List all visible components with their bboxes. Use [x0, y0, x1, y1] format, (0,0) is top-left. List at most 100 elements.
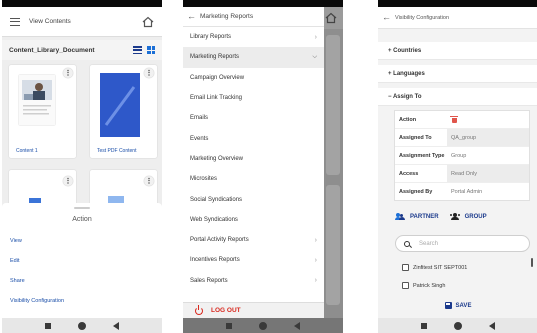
- screen-marketing-reports: ← Marketing Reports Library Reports › Mar…: [183, 0, 343, 333]
- card-label: Content 1: [16, 148, 38, 154]
- back-icon[interactable]: [112, 321, 119, 330]
- home-nav-icon[interactable]: [77, 321, 86, 330]
- assigned-by-value: Portal Admin: [451, 188, 483, 195]
- table-row: Access Read Only: [395, 165, 529, 183]
- access-label: Access: [399, 170, 419, 177]
- menu-item-events[interactable]: Events: [183, 128, 324, 148]
- menu-item-email-link-tracking[interactable]: Email Link Tracking: [183, 88, 324, 108]
- recents-icon[interactable]: [45, 322, 52, 329]
- group-icon: [449, 213, 460, 220]
- access-value: Read Only: [447, 165, 529, 182]
- drawer-title: Marketing Reports: [200, 13, 254, 20]
- chevron-right-icon: ›: [314, 277, 317, 285]
- home-nav-icon[interactable]: [258, 321, 267, 330]
- menu-item-portal-activity-reports[interactable]: Portal Activity Reports ›: [183, 230, 324, 250]
- recents-icon[interactable]: [226, 322, 233, 329]
- status-bar: [378, 0, 537, 7]
- report-menu: Library Reports › Marketing Reports ⌵ Camp…: [183, 27, 324, 291]
- assignment-type-label: Assignment Type: [399, 152, 445, 159]
- partner-checkbox[interactable]: [402, 264, 409, 271]
- pdf-document-icon: [100, 73, 140, 137]
- menu-item-web-syndications[interactable]: Web Syndications: [183, 210, 324, 230]
- list-item[interactable]: Zinfitest SIT SEPT001: [402, 264, 467, 271]
- home-icon: [325, 12, 337, 24]
- partner-checkbox[interactable]: [402, 282, 409, 289]
- action-share[interactable]: Share: [10, 278, 25, 284]
- chevron-right-icon: ›: [314, 33, 317, 41]
- back-arrow-icon[interactable]: ←: [187, 12, 196, 21]
- home-nav-icon[interactable]: [453, 321, 462, 330]
- save-icon: [444, 302, 452, 309]
- library-bar: Content_Library_Document: [2, 40, 162, 60]
- save-button[interactable]: SAVE: [378, 302, 537, 309]
- navigation-drawer: ← Marketing Reports Library Reports › Mar…: [183, 7, 324, 318]
- menu-item-incentives-reports[interactable]: Incentives Reports ›: [183, 250, 324, 270]
- menu-item-microsites[interactable]: Microsites: [183, 169, 324, 189]
- chevron-right-icon: ›: [314, 256, 317, 264]
- search-icon: [404, 240, 410, 247]
- sheet-handle[interactable]: [74, 207, 90, 209]
- drawer-header: ← Marketing Reports: [183, 7, 324, 27]
- system-nav-bar: [2, 318, 162, 333]
- more-options-icon[interactable]: ⋮: [63, 68, 73, 78]
- search-placeholder: Search: [419, 240, 439, 247]
- app-header: View Contents: [2, 7, 162, 37]
- app-header: ← Visibility Configuration: [378, 7, 537, 29]
- library-title: Content_Library_Document: [9, 46, 95, 54]
- action-visibility-configuration[interactable]: Visibility Configuration: [10, 298, 64, 304]
- logout-label: LOG OUT: [211, 307, 241, 314]
- menu-item-emails[interactable]: Emails: [183, 108, 324, 128]
- menu-item-marketing-overview[interactable]: Marketing Overview: [183, 149, 324, 169]
- tab-group[interactable]: GROUP: [449, 213, 487, 220]
- menu-item-social-syndications[interactable]: Social Syndications: [183, 189, 324, 209]
- power-icon: [195, 304, 203, 315]
- back-icon[interactable]: [293, 321, 300, 330]
- grid-view-icon[interactable]: [147, 46, 155, 54]
- menu-item-marketing-reports[interactable]: Marketing Reports ⌵: [183, 47, 324, 68]
- section-languages[interactable]: + Languages: [378, 65, 537, 83]
- content-card[interactable]: ⋮ Content 1: [9, 65, 76, 158]
- sheet-title: Action: [72, 216, 92, 223]
- table-row: Assigned By Portal Admin: [395, 183, 529, 200]
- assignment-table: Action Assigned To QA_group Assignment T…: [394, 110, 530, 201]
- logout-button[interactable]: LOG OUT: [183, 302, 324, 318]
- recents-icon[interactable]: [421, 322, 428, 329]
- chevron-right-icon: ›: [314, 236, 317, 244]
- assigned-by-label: Assigned By: [399, 188, 433, 195]
- back-arrow-icon[interactable]: ←: [382, 13, 391, 22]
- chevron-down-icon: ⌵: [312, 53, 317, 60]
- system-nav-bar: [183, 318, 343, 333]
- action-edit[interactable]: Edit: [10, 258, 19, 264]
- assignment-type-value: Group: [451, 152, 467, 159]
- action-sheet: Action View Edit Share Visibility Config…: [2, 203, 162, 318]
- list-item[interactable]: Patrick Singh: [402, 282, 445, 289]
- page-title: View Contents: [29, 18, 71, 25]
- section-countries[interactable]: + Countries: [378, 42, 537, 60]
- assigned-to-label: Assigned To: [399, 134, 432, 141]
- more-options-icon[interactable]: ⋮: [144, 68, 154, 78]
- more-options-icon[interactable]: ⋮: [63, 176, 73, 186]
- assigned-to-value: QA_group: [447, 129, 529, 146]
- more-options-icon[interactable]: ⋮: [144, 176, 154, 186]
- menu-item-campaign-overview[interactable]: Campaign Overview: [183, 68, 324, 88]
- search-input[interactable]: Search: [395, 235, 530, 252]
- tab-partner[interactable]: PARTNER: [395, 213, 439, 220]
- menu-item-sales-reports[interactable]: Sales Reports ›: [183, 271, 324, 291]
- menu-icon[interactable]: [10, 17, 20, 26]
- home-icon[interactable]: [142, 16, 154, 28]
- background-card: [326, 185, 340, 305]
- system-nav-bar: [378, 318, 537, 333]
- content-card[interactable]: ⋮ Test PDF Content: [90, 65, 157, 158]
- back-icon[interactable]: [488, 321, 495, 330]
- action-view[interactable]: View: [10, 238, 22, 244]
- assignee-tabs: PARTNER GROUP: [378, 213, 537, 220]
- section-assign-to[interactable]: − Assign To: [378, 88, 537, 106]
- scrollbar[interactable]: [531, 258, 533, 267]
- menu-item-library-reports[interactable]: Library Reports ›: [183, 27, 324, 47]
- status-bar: [183, 0, 343, 7]
- table-row: Action: [395, 111, 529, 129]
- list-view-icon[interactable]: [133, 46, 142, 54]
- delete-icon[interactable]: [450, 116, 458, 123]
- card-label: Test PDF Content: [97, 148, 137, 154]
- page-title: Visibility Configuration: [395, 14, 450, 21]
